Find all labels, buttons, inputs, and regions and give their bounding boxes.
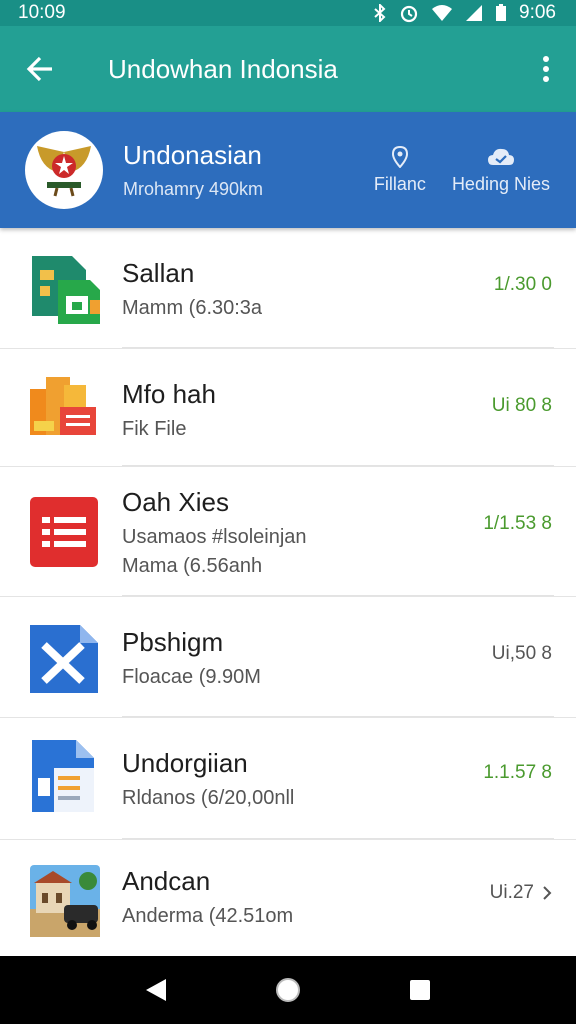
app-title: Undowhan Indonsia [108, 53, 338, 84]
status-bar: 10:09 9:06 [0, 0, 576, 26]
sheets-file-icon [28, 252, 102, 326]
file-list: Sallan Mamm (6.30:3a 1/.30 0 Mfo hah Fik… [0, 228, 576, 956]
file-value: 1/.30 0 [493, 274, 552, 295]
divider [122, 716, 554, 717]
more-vert-icon [543, 56, 549, 82]
file-name: Oah Xies [122, 487, 229, 517]
divider [122, 347, 554, 348]
slides-file-icon [28, 371, 102, 445]
account-header: Undonasian Mrohamry 490km Fillanc Heding… [0, 112, 576, 228]
file-text: Oah Xies Usamaos #lsoleinjan Mama (6.56a… [122, 487, 307, 578]
account-name: Undonasian [123, 140, 262, 170]
status-time-left: 10:09 [18, 2, 66, 23]
account-meta: Mrohamry 490km [123, 179, 264, 199]
status-time-right: 9:06 [519, 2, 556, 23]
divider [122, 838, 554, 839]
signal-icon [465, 4, 483, 22]
avatar[interactable] [25, 131, 103, 209]
divider [122, 465, 554, 466]
square-recents-icon [410, 980, 430, 1000]
overflow-menu-button[interactable] [516, 26, 576, 112]
file-value: Ui 80 8 [491, 395, 552, 416]
file-text: Mfo hah Fik File [122, 379, 216, 441]
docs-list-icon [28, 495, 102, 569]
file-details: Fik File [122, 418, 187, 440]
alarm-icon [399, 3, 419, 23]
file-value: Ui.27 [489, 882, 534, 903]
list-item[interactable]: Mfo hah Fik File Ui 80 8 [0, 349, 576, 467]
header-action-location[interactable]: Fillanc [373, 145, 426, 195]
nav-recents-button[interactable] [390, 960, 450, 1020]
document-file-icon [28, 740, 102, 814]
file-value: 1/1.53 8 [483, 513, 552, 534]
file-text: Andcan Anderma (42.51om [122, 866, 293, 928]
list-item[interactable]: Andcan Anderma (42.51om Ui.27 [0, 840, 576, 956]
app-bar: Undowhan Indonsia [0, 26, 576, 112]
cloud-sync-icon [487, 148, 514, 165]
file-name: Undorgiian [122, 748, 248, 778]
header-action-sync[interactable]: Heding Nies [452, 146, 550, 195]
file-name: Mfo hah [122, 379, 216, 409]
excel-x-icon [28, 621, 102, 695]
file-details: Usamaos #lsoleinjan [122, 526, 307, 548]
file-text: Sallan Mamm (6.30:3a [122, 258, 262, 320]
file-details: Mamm (6.30:3a [122, 297, 263, 319]
list-item[interactable]: Sallan Mamm (6.30:3a 1/.30 0 [0, 228, 576, 349]
nav-back-button[interactable] [126, 960, 186, 1020]
header-action-sync-label: Heding Nies [451, 173, 550, 194]
nav-home-button[interactable] [258, 960, 318, 1020]
status-icons: 9:06 [373, 2, 556, 24]
file-details-secondary: Mama (6.56anh [122, 555, 263, 577]
file-name: Andcan [122, 866, 211, 896]
file-details: Anderma (42.51om [122, 905, 294, 927]
chevron-right-icon[interactable] [542, 885, 552, 901]
list-item[interactable]: Undorgiian Rldanos (6/20,00nll 1.1.57 8 [0, 718, 576, 840]
file-text: Pbshigm Floacae (9.90M [122, 627, 261, 689]
header-action-location-label: Fillanc [373, 173, 426, 194]
file-value-row: Ui.27 [490, 882, 552, 904]
file-details: Floacae (9.90M [122, 666, 261, 688]
file-text: Undorgiian Rldanos (6/20,00nll [122, 748, 294, 810]
file-details: Rldanos (6/20,00nll [122, 787, 295, 809]
account-info: Undonasian Mrohamry 490km [123, 140, 374, 200]
file-value: 1.1.57 8 [483, 762, 552, 783]
pin-icon [391, 145, 408, 168]
list-item[interactable]: Oah Xies Usamaos #lsoleinjan Mama (6.56a… [0, 467, 576, 597]
file-name: Sallan [122, 258, 195, 288]
back-button[interactable] [0, 26, 80, 112]
system-nav-bar [0, 956, 576, 1024]
image-thumbnail-icon [28, 864, 102, 938]
triangle-back-icon [146, 979, 166, 1001]
divider [122, 595, 554, 596]
bluetooth-icon [373, 4, 387, 22]
wifi-icon [431, 4, 453, 22]
file-value: Ui,50 8 [491, 643, 552, 664]
circle-home-icon [276, 978, 300, 1002]
file-name: Pbshigm [122, 627, 224, 657]
eagle-emblem-icon [37, 146, 91, 197]
battery-icon [495, 4, 507, 22]
list-item[interactable]: Pbshigm Floacae (9.90M Ui,50 8 [0, 597, 576, 718]
arrow-back-icon [26, 56, 52, 82]
